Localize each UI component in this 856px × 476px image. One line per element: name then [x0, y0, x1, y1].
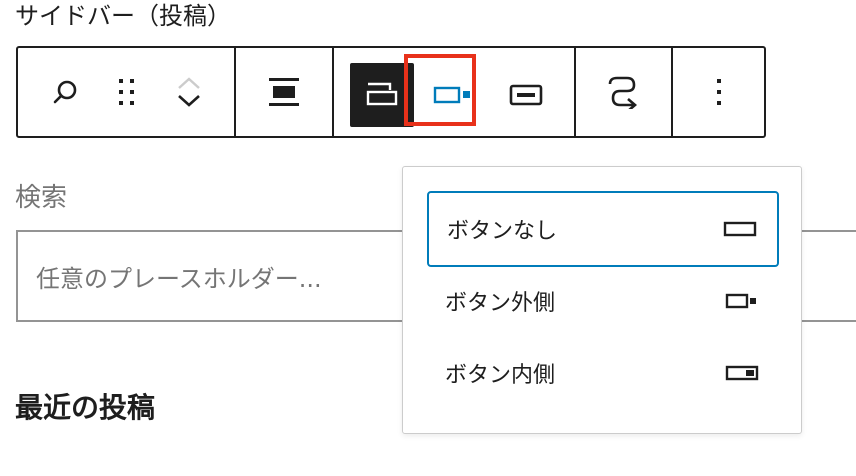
search-block-button[interactable]: [34, 62, 96, 122]
button-outside-icon: [433, 86, 470, 104]
button-position-inside-button[interactable]: [494, 63, 558, 127]
transform-button[interactable]: [593, 61, 655, 123]
button-inside-icon: [509, 84, 543, 106]
menu-item-button-none[interactable]: ボタンなし: [427, 191, 779, 267]
button-inside-icon: [725, 365, 759, 381]
menu-item-button-inside[interactable]: ボタン内側: [427, 335, 779, 411]
block-mover: [158, 62, 220, 122]
button-outside-icon: [725, 293, 759, 309]
search-icon: [53, 80, 77, 104]
move-up-icon[interactable]: [176, 75, 202, 91]
sidebar-title: サイドバー（投稿）: [15, 2, 231, 30]
search-block-heading: 検索: [15, 183, 68, 213]
button-position-outside-button[interactable]: [420, 63, 484, 127]
toolbar-group-alignment: [234, 48, 332, 136]
button-position-none-button[interactable]: [350, 63, 414, 127]
drag-handle-icon: [119, 79, 134, 105]
menu-item-button-outside[interactable]: ボタン外側: [427, 263, 779, 339]
alignment-button[interactable]: [253, 61, 315, 123]
button-none-icon: [366, 82, 398, 106]
move-down-icon[interactable]: [176, 93, 202, 109]
toolbar-group-transform: [574, 48, 671, 136]
transform-icon: [608, 76, 637, 109]
more-options-button[interactable]: [688, 61, 750, 123]
menu-item-label: ボタン外側: [445, 291, 556, 316]
recent-posts-heading: 最近の投稿: [15, 391, 156, 424]
more-options-icon: [716, 79, 721, 105]
toolbar-group-options: [671, 48, 764, 136]
align-wide-icon: [269, 78, 299, 106]
drag-handle-button[interactable]: [96, 62, 158, 122]
button-none-icon: [723, 221, 757, 237]
menu-item-label: ボタン内側: [445, 363, 556, 388]
menu-item-label: ボタンなし: [447, 219, 558, 244]
block-toolbar: [16, 46, 766, 138]
toolbar-group-button-position: [332, 48, 574, 136]
button-position-dropdown: ボタンなし ボタン外側 ボタン内側: [402, 166, 802, 434]
toolbar-group-block-tools: [18, 48, 234, 136]
